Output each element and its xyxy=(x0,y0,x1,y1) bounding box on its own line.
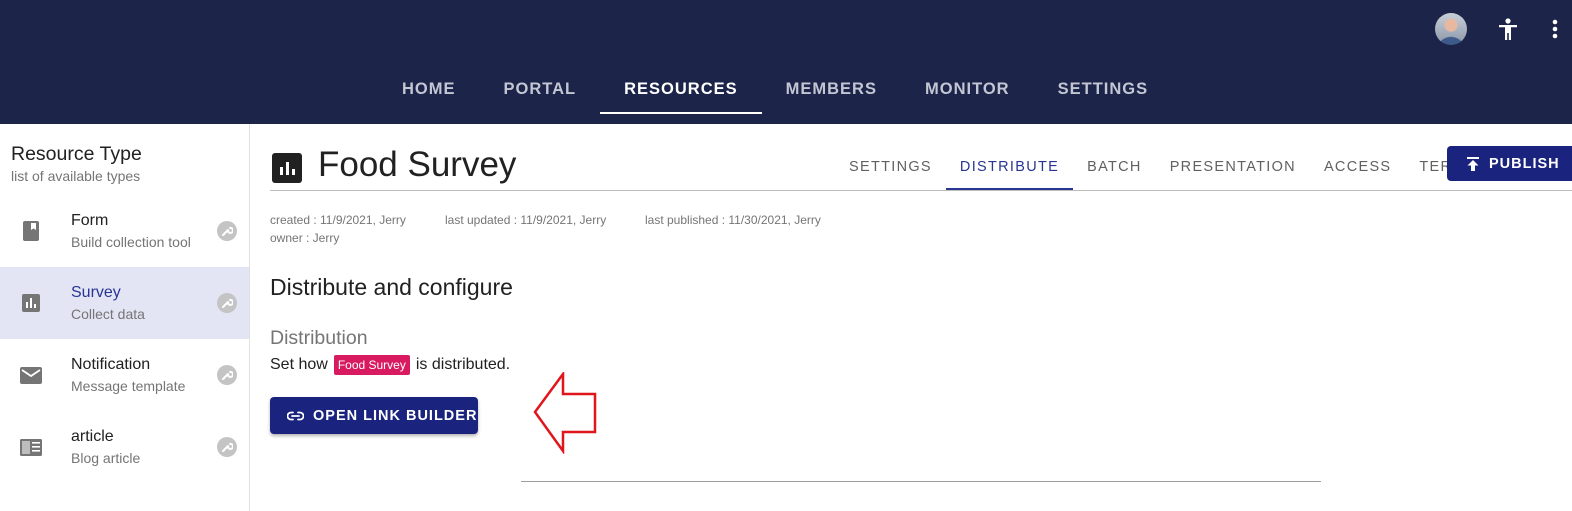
tab-batch[interactable]: BATCH xyxy=(1073,144,1156,190)
sidebar-item-desc: Message template xyxy=(71,378,186,394)
sidebar-item-desc: Blog article xyxy=(71,450,141,466)
top-app-bar: HOME PORTAL RESOURCES MEMBERS MONITOR SE… xyxy=(0,0,1572,124)
wrench-icon[interactable] xyxy=(217,293,237,313)
page-title: Food Survey xyxy=(318,145,517,184)
distribution-description: Set how Food Survey is distributed. xyxy=(270,355,510,375)
article-icon xyxy=(20,436,42,458)
sidebar-item-label: article xyxy=(71,428,114,445)
nav-settings[interactable]: SETTINGS xyxy=(1034,60,1173,116)
sidebar-item-notification[interactable]: Notification Message template xyxy=(0,339,249,411)
publish-icon xyxy=(1467,156,1479,171)
sidebar-title: Resource Type xyxy=(11,143,142,165)
nav-members[interactable]: MEMBERS xyxy=(762,60,901,116)
wrench-icon[interactable] xyxy=(217,365,237,385)
user-avatar[interactable] xyxy=(1435,13,1467,45)
poll-icon xyxy=(20,292,42,314)
sidebar-subtitle: list of available types xyxy=(11,168,141,184)
open-link-builder-button[interactable]: OPEN LINK BUILDER xyxy=(270,397,478,434)
tabs-divider xyxy=(270,190,1572,191)
sidebar-item-desc: Collect data xyxy=(71,306,145,322)
sidebar-item-article[interactable]: article Blog article xyxy=(0,411,249,483)
sidebar-item-desc: Build collection tool xyxy=(71,234,191,250)
main-nav: HOME PORTAL RESOURCES MEMBERS MONITOR SE… xyxy=(378,60,1172,116)
wrench-icon[interactable] xyxy=(217,437,237,457)
meta-updated: last updated : 11/9/2021, Jerry xyxy=(445,213,607,227)
accessibility-icon[interactable] xyxy=(1495,12,1521,46)
meta-published: last published : 11/30/2021, Jerry xyxy=(645,213,821,227)
nav-home[interactable]: HOME xyxy=(378,60,480,116)
content-divider xyxy=(521,481,1321,482)
section-title: Distribute and configure xyxy=(270,274,513,300)
annotation-arrow-icon xyxy=(533,372,597,454)
poll-icon xyxy=(272,153,302,183)
wrench-icon[interactable] xyxy=(217,221,237,241)
resource-type-sidebar: Resource Type list of available types Fo… xyxy=(0,124,250,511)
meta-created: created : 11/9/2021, Jerry xyxy=(270,213,406,227)
sidebar-item-label: Form xyxy=(71,212,109,229)
book-icon xyxy=(20,220,42,242)
tab-settings[interactable]: SETTINGS xyxy=(835,144,946,190)
mail-icon xyxy=(20,364,42,386)
distribution-text-after: is distributed. xyxy=(415,356,511,373)
resource-tabs: SETTINGS DISTRIBUTE BATCH PRESENTATION A… xyxy=(835,144,1491,190)
tab-presentation[interactable]: PRESENTATION xyxy=(1156,144,1310,190)
tab-access[interactable]: ACCESS xyxy=(1310,144,1405,190)
resource-name-chip: Food Survey xyxy=(333,355,410,375)
distribution-title: Distribution xyxy=(270,327,368,349)
sidebar-item-label: Notification xyxy=(71,356,151,373)
nav-monitor[interactable]: MONITOR xyxy=(901,60,1034,116)
link-icon xyxy=(287,411,304,420)
tab-distribute[interactable]: DISTRIBUTE xyxy=(945,144,1074,190)
nav-portal[interactable]: PORTAL xyxy=(480,60,601,116)
publish-label: PUBLISH xyxy=(1489,155,1560,172)
meta-owner: owner : Jerry xyxy=(270,231,340,245)
sidebar-item-label: Survey xyxy=(71,284,121,301)
publish-button[interactable]: PUBLISH xyxy=(1447,146,1572,181)
sidebar-item-form[interactable]: Form Build collection tool xyxy=(0,195,249,267)
open-link-builder-label: OPEN LINK BUILDER xyxy=(313,407,478,424)
nav-resources[interactable]: RESOURCES xyxy=(600,60,762,116)
distribution-text-before: Set how xyxy=(270,356,328,373)
sidebar-item-survey[interactable]: Survey Collect data xyxy=(0,267,249,339)
more-vert-icon[interactable] xyxy=(1542,12,1568,46)
